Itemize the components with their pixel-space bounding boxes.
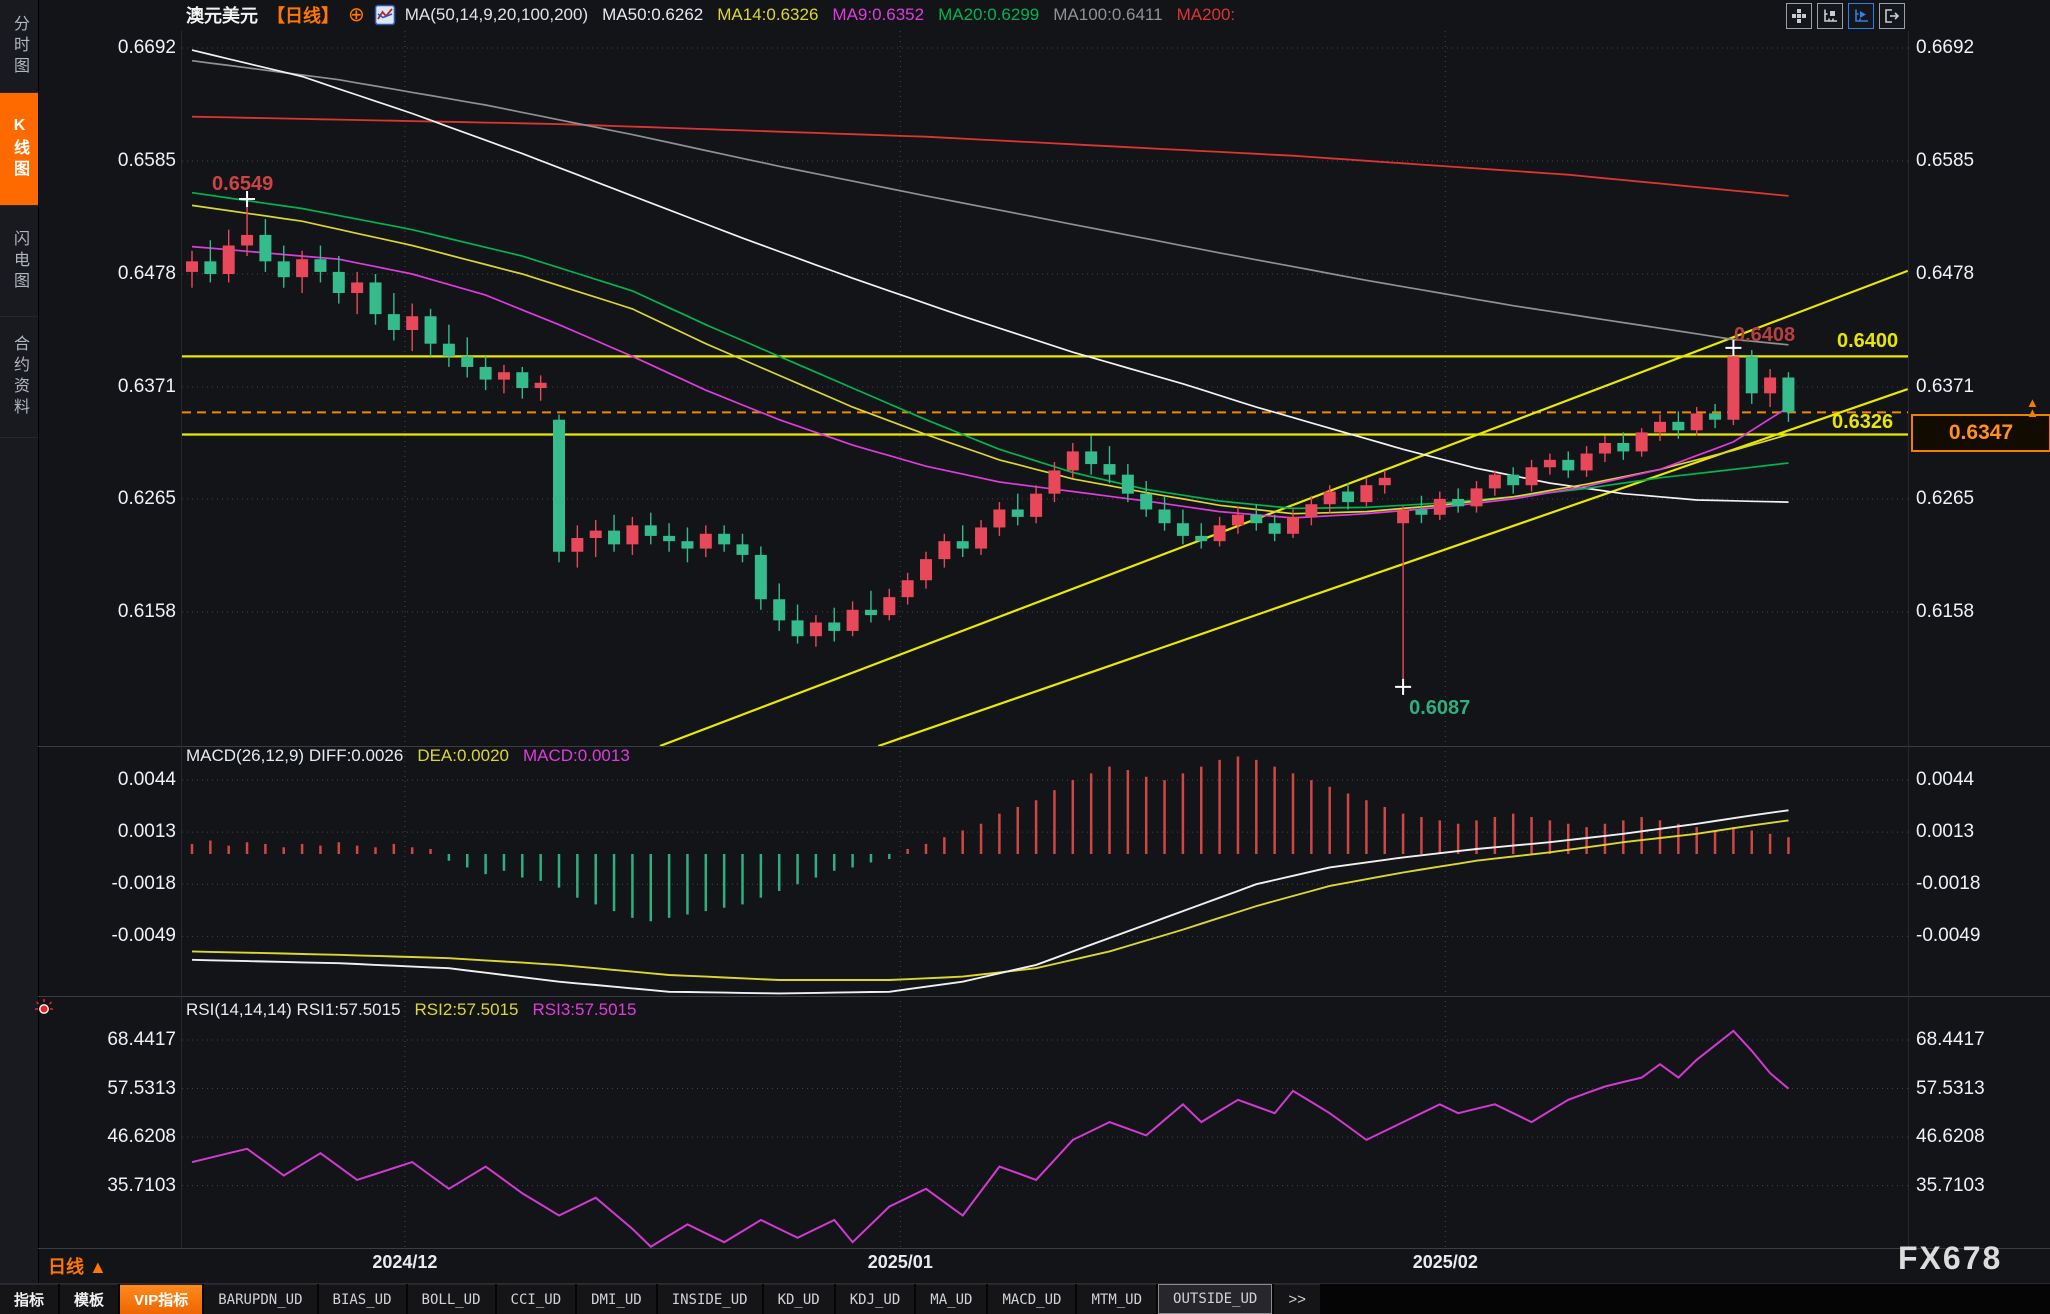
chart-type-icon[interactable]: [374, 4, 396, 26]
tab--[interactable]: 模板: [60, 1284, 118, 1314]
titlebar: 澳元美元 【日线】 ⊕ MA(50,14,9,20,100,200) MA50:0…: [186, 2, 1235, 28]
axis-label: 0.6158: [58, 601, 176, 623]
tab-dmi_ud[interactable]: DMI_UD: [577, 1284, 656, 1314]
support-level-label: 0.6326: [1832, 411, 1893, 434]
chart-canvas[interactable]: [0, 0, 2050, 1314]
chart-toolbar: [1786, 3, 1905, 29]
tab-outside_ud[interactable]: OUTSIDE_UD: [1158, 1284, 1272, 1314]
tab-macd_ud[interactable]: MACD_UD: [988, 1284, 1075, 1314]
axis-label: 46.6208: [1916, 1126, 1985, 1148]
tab-vip-[interactable]: VIP指标: [120, 1284, 202, 1314]
axis-label: 46.6208: [58, 1126, 176, 1148]
tab-mtm_ud[interactable]: MTM_UD: [1077, 1284, 1156, 1314]
axis-label: 0.6585: [1916, 150, 1974, 172]
axis-label: 57.5313: [1916, 1078, 1985, 1100]
add-overlay-icon[interactable]: ⊕: [348, 5, 365, 25]
axis-scale-active-icon[interactable]: [1848, 3, 1874, 29]
axis-label: 57.5313: [58, 1078, 176, 1100]
axis-label: -0.0018: [58, 873, 176, 895]
ma9-line: [192, 247, 1789, 518]
date-label: 2024/12: [372, 1252, 437, 1273]
axis-label: -0.0018: [1916, 873, 1980, 895]
axis-label: 68.4417: [1916, 1029, 1985, 1051]
axis-label: 0.6692: [1916, 37, 1974, 59]
axis-label: 0.0044: [1916, 769, 1974, 791]
ma-lines: [192, 50, 1789, 518]
ma-value-label: MA200:: [1177, 5, 1236, 25]
period-selector[interactable]: 日线 ▲: [48, 1253, 107, 1279]
axis-label: 0.0044: [58, 769, 176, 791]
tab-kdj_ud[interactable]: KDJ_UD: [836, 1284, 915, 1314]
axis-label: 0.6371: [1916, 376, 1974, 398]
indicator-value-label: RSI2:57.5015: [415, 1000, 519, 1020]
alert-blink-icon: [33, 998, 55, 1025]
macd-histogram: [192, 757, 1788, 922]
gridlines: [182, 31, 1908, 1248]
tab-ma_ud[interactable]: MA_UD: [916, 1284, 986, 1314]
exit-icon[interactable]: [1879, 3, 1905, 29]
ma-values: MA(50,14,9,20,100,200) MA50:0.6262 MA14:0.…: [405, 5, 1235, 25]
axis-label: 0.6692: [58, 37, 176, 59]
price-up-arrow-icon: ▲▲: [2026, 398, 2039, 418]
axis-label: 35.7103: [58, 1175, 176, 1197]
indicator-tabbar: 指标模板VIP指标BARUPDN_UDBIAS_UDBOLL_UDCCI_UDD…: [0, 1283, 2050, 1314]
ma-value-label: MA14:0.6326: [717, 5, 818, 25]
tab-bias_ud[interactable]: BIAS_UD: [319, 1284, 406, 1314]
axis-label: 0.0013: [1916, 821, 1974, 843]
ma-value-label: MA20:0.6299: [938, 5, 1039, 25]
panel-dividers: [38, 31, 2050, 1249]
axis-label: -0.0049: [58, 925, 176, 947]
indicator-value-label: RSI3:57.5015: [533, 1000, 637, 1020]
tab-boll_ud[interactable]: BOLL_UD: [408, 1284, 495, 1314]
axis-label: -0.0049: [1916, 925, 1980, 947]
axis-label: 0.6265: [58, 488, 176, 510]
tab-cci_ud[interactable]: CCI_UD: [497, 1284, 576, 1314]
indicator-value-label: DEA:0.0020: [417, 746, 509, 766]
indicator-value-label: MACD:0.0013: [523, 746, 630, 766]
indicator-value-label: RSI(14,14,14) RSI1:57.5015: [186, 1000, 401, 1020]
tab--[interactable]: >>: [1274, 1284, 1320, 1314]
macd-header: MACD(26,12,9) DIFF:0.0026 DEA:0.0020 MACD:…: [186, 746, 630, 766]
tab-inside_ud[interactable]: INSIDE_UD: [658, 1284, 762, 1314]
axis-setting-icon[interactable]: [1817, 3, 1843, 29]
axis-label: 0.0013: [58, 821, 176, 843]
axis-label: 68.4417: [58, 1029, 176, 1051]
ma100-line: [192, 61, 1789, 345]
symbol-name: 澳元美元: [186, 2, 258, 28]
candles-layer: [186, 199, 1794, 687]
axis-label: 0.6585: [58, 150, 176, 172]
tab--[interactable]: 指标: [0, 1284, 58, 1314]
axis-label: 0.6265: [1916, 488, 1974, 510]
indicator-value-label: MACD(26,12,9) DIFF:0.0026: [186, 746, 403, 766]
axis-label: 0.6478: [1916, 263, 1974, 285]
date-label: 2025/02: [1413, 1252, 1478, 1273]
ma-value-label: MA(50,14,9,20,100,200): [405, 5, 588, 25]
ma200-line: [192, 117, 1789, 196]
period-badge: 【日线】: [267, 2, 339, 28]
tab-barupdn_ud[interactable]: BARUPDN_UD: [204, 1284, 316, 1314]
rsi-line: [192, 1031, 1789, 1247]
tab-kd_ud[interactable]: KD_UD: [764, 1284, 834, 1314]
ma-value-label: MA100:0.6411: [1053, 5, 1162, 25]
watermark: FX678: [1898, 1240, 2002, 1277]
ma-value-label: MA9:0.6352: [832, 5, 924, 25]
ma-value-label: MA50:0.6262: [602, 5, 703, 25]
swing-high-label: 0.6549: [212, 173, 273, 196]
rsi-header: RSI(14,14,14) RSI1:57.5015 RSI2:57.5015 RS…: [186, 1000, 636, 1020]
axis-label: 0.6478: [58, 263, 176, 285]
resistance-level-label: 0.6400: [1837, 330, 1898, 353]
axis-label: 0.6158: [1916, 601, 1974, 623]
recent-high-label: 0.6408: [1734, 324, 1795, 347]
last-price-box: 0.6347: [1911, 414, 2050, 452]
ma14-line: [192, 205, 1789, 513]
date-label: 2025/01: [868, 1252, 933, 1273]
axis-label: 0.6371: [58, 376, 176, 398]
pan-icon[interactable]: [1786, 3, 1812, 29]
swing-low-label: 0.6087: [1409, 697, 1470, 720]
axis-label: 35.7103: [1916, 1175, 1985, 1197]
trendlines-and-levels: [182, 271, 1908, 746]
